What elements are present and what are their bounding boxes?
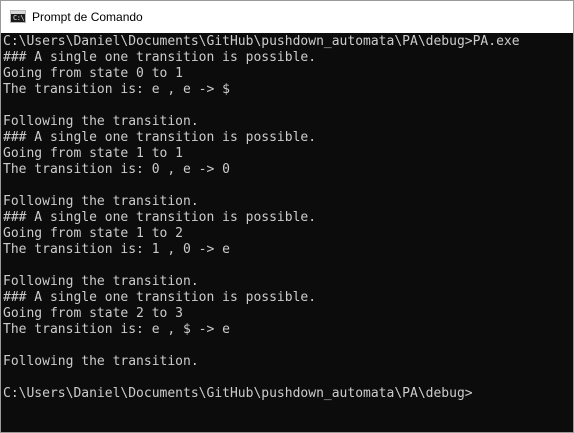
console-line: The transition is: e , $ -> e bbox=[3, 322, 230, 337]
command-prompt-window: C:\ Prompt de Comando C:\Users\Daniel\Do… bbox=[0, 0, 574, 433]
console-line: ### A single one transition is possible. bbox=[3, 50, 317, 65]
console-line: ### A single one transition is possible. bbox=[3, 210, 317, 225]
title-bar[interactable]: C:\ Prompt de Comando bbox=[1, 1, 573, 33]
console-output[interactable]: C:\Users\Daniel\Documents\GitHub\pushdow… bbox=[3, 34, 571, 432]
cmd-icon-glyph: C:\ bbox=[13, 14, 25, 22]
console-line: Following the transition. bbox=[3, 274, 199, 289]
console-line: Following the transition. bbox=[3, 194, 199, 209]
console-line: The transition is: 1 , 0 -> e bbox=[3, 242, 230, 257]
console-line: C:\Users\Daniel\Documents\GitHub\pushdow… bbox=[3, 34, 520, 49]
console-line: The transition is: 0 , e -> 0 bbox=[3, 162, 230, 177]
console-line: ### A single one transition is possible. bbox=[3, 130, 317, 145]
console-prompt-line[interactable]: C:\Users\Daniel\Documents\GitHub\pushdow… bbox=[3, 386, 571, 402]
console-line: Going from state 2 to 3 bbox=[3, 306, 184, 321]
console-line: Following the transition. bbox=[3, 354, 199, 369]
console-line: Going from state 1 to 1 bbox=[3, 146, 184, 161]
window-title: Prompt de Comando bbox=[32, 10, 143, 24]
console-line: ### A single one transition is possible. bbox=[3, 290, 317, 305]
console-line: Going from state 1 to 2 bbox=[3, 226, 184, 241]
console-line: Following the transition. bbox=[3, 114, 199, 129]
console-line: The transition is: e , e -> $ bbox=[3, 82, 230, 97]
console-line: Going from state 0 to 1 bbox=[3, 66, 184, 81]
cmd-icon[interactable]: C:\ bbox=[10, 10, 26, 23]
